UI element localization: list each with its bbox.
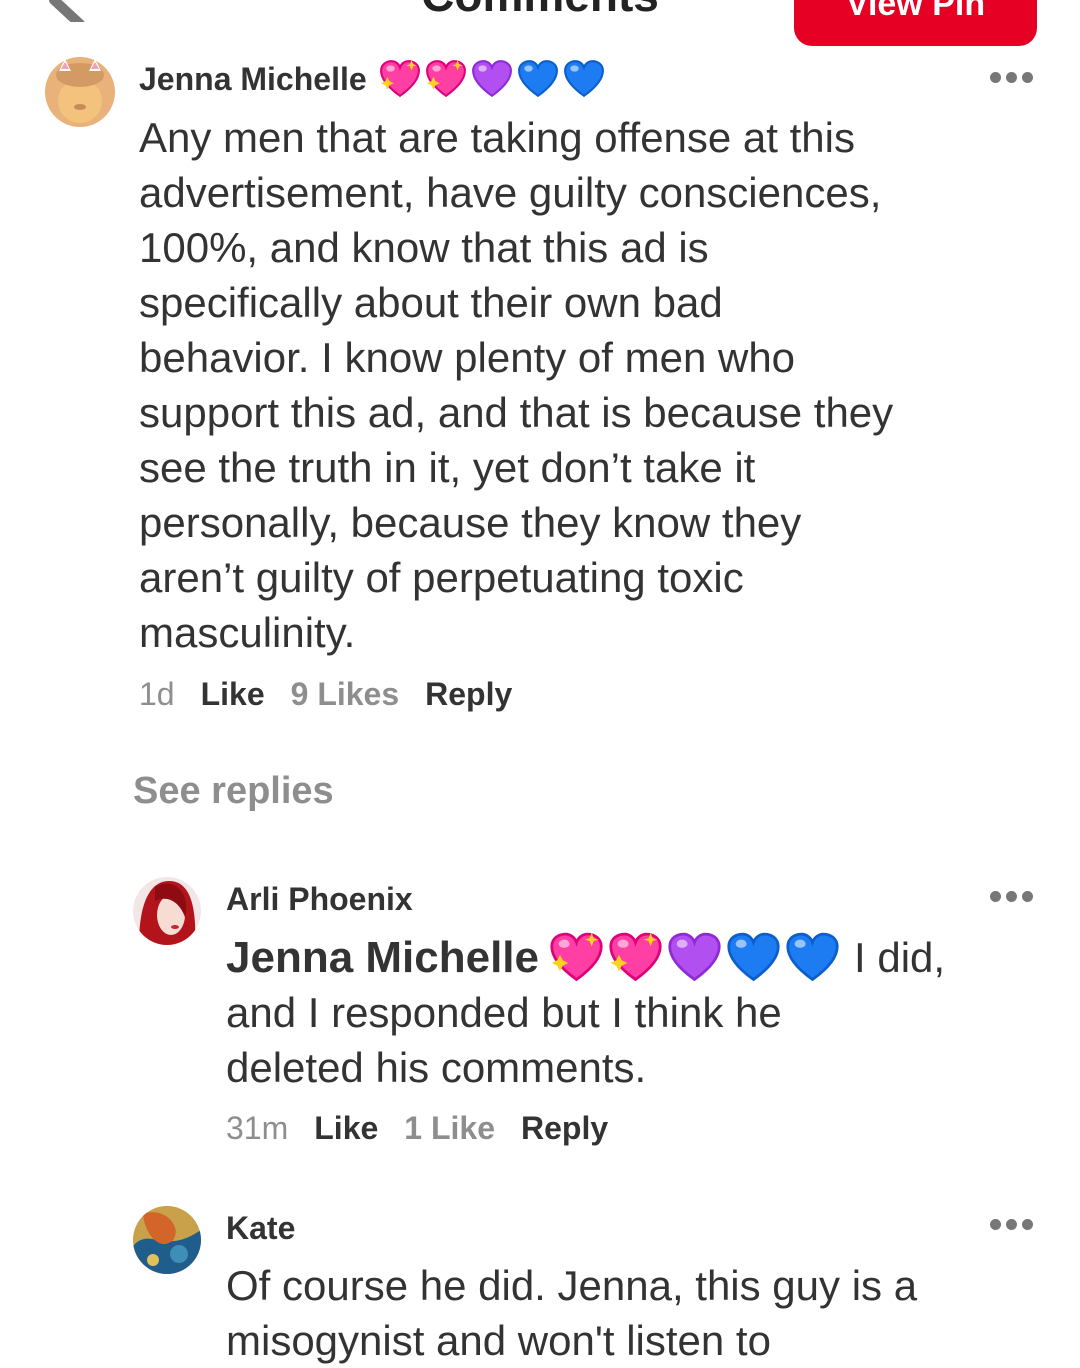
reply-body: Of course he did. Jenna, this guy is a m…: [226, 1258, 1056, 1368]
avatar[interactable]: [45, 57, 115, 127]
like-button[interactable]: Like: [314, 1110, 378, 1147]
blue-heart-icon: [517, 60, 558, 98]
blue-heart-icon: [786, 932, 839, 982]
more-options-icon[interactable]: [990, 72, 1033, 83]
blue-heart-icon: [727, 932, 780, 982]
mention-link[interactable]: Jenna Michelle: [226, 930, 539, 985]
purple-heart-icon: [668, 932, 721, 982]
author-emoji-row: [379, 58, 609, 100]
timestamp: 1d: [139, 675, 175, 712]
view-pin-button[interactable]: View Pin: [794, 0, 1037, 46]
comment-line: personally, because they know they: [139, 499, 802, 546]
comment-line: 100%, and know that this ad is: [139, 224, 709, 271]
sparkling-heart-icon: [550, 932, 603, 982]
sparkling-heart-icon: [379, 60, 420, 98]
reply-button[interactable]: Reply: [425, 676, 512, 713]
comment-line: specifically about their own bad: [139, 279, 723, 326]
comment-line: advertisement, have guilty consciences,: [139, 169, 882, 216]
author-name[interactable]: Arli Phoenix: [226, 881, 413, 918]
purple-heart-icon: [471, 60, 512, 98]
see-replies-link[interactable]: See replies: [133, 770, 334, 813]
comment-line: masculinity.: [139, 609, 356, 656]
comment-body: Any men that are taking offense at this …: [139, 110, 1039, 660]
reply-author[interactable]: Arli Phoenix: [226, 877, 413, 921]
author-name[interactable]: Jenna Michelle: [139, 61, 367, 98]
avatar[interactable]: [133, 1206, 201, 1274]
reply-line: deleted his comments.: [226, 1044, 647, 1091]
timestamp: 31m: [226, 1109, 289, 1146]
comment-line: behavior. I know plenty of men who: [139, 334, 796, 381]
reply-line: misogynist and won't listen to: [226, 1317, 771, 1364]
sparkling-heart-icon: [609, 932, 662, 982]
avatar-photo-icon: [133, 1206, 201, 1274]
blue-heart-icon: [563, 60, 604, 98]
reply-first-line: Jenna Michelle I did,: [226, 930, 1056, 985]
sparkling-heart-icon: [425, 60, 466, 98]
likes-count[interactable]: 1 Like: [404, 1110, 495, 1147]
comment-line: support this ad, and that is because the…: [139, 389, 894, 436]
comment-line: Any men that are taking offense at this: [139, 114, 855, 161]
reply-line: Of course he did. Jenna, this guy is a: [226, 1262, 918, 1309]
reply-author[interactable]: Kate: [226, 1206, 295, 1250]
likes-count[interactable]: 9 Likes: [291, 676, 400, 713]
author-name[interactable]: Kate: [226, 1210, 295, 1247]
mention-emoji-row: [549, 930, 844, 985]
like-button[interactable]: Like: [201, 676, 265, 713]
more-options-icon[interactable]: [990, 1219, 1033, 1230]
reply-body: Jenna Michelle I did, and I responded bu…: [226, 930, 1056, 1095]
comment-line: aren’t guilty of perpetuating toxic: [139, 554, 744, 601]
reply-button[interactable]: Reply: [521, 1110, 608, 1147]
avatar[interactable]: [133, 877, 201, 945]
avatar-photo-icon: [133, 877, 201, 945]
reply-meta: 31m Like 1 Like Reply: [226, 1106, 608, 1150]
reply-line: and I responded but I think he: [226, 989, 782, 1036]
comment-author[interactable]: Jenna Michelle: [139, 57, 609, 101]
comment-meta: 1d Like 9 Likes Reply: [139, 672, 512, 716]
reply-text-tail: I did,: [854, 934, 946, 981]
comment-line: see the truth in it, yet don’t take it: [139, 444, 756, 491]
more-options-icon[interactable]: [990, 891, 1033, 902]
avatar-photo-icon: [45, 57, 115, 127]
